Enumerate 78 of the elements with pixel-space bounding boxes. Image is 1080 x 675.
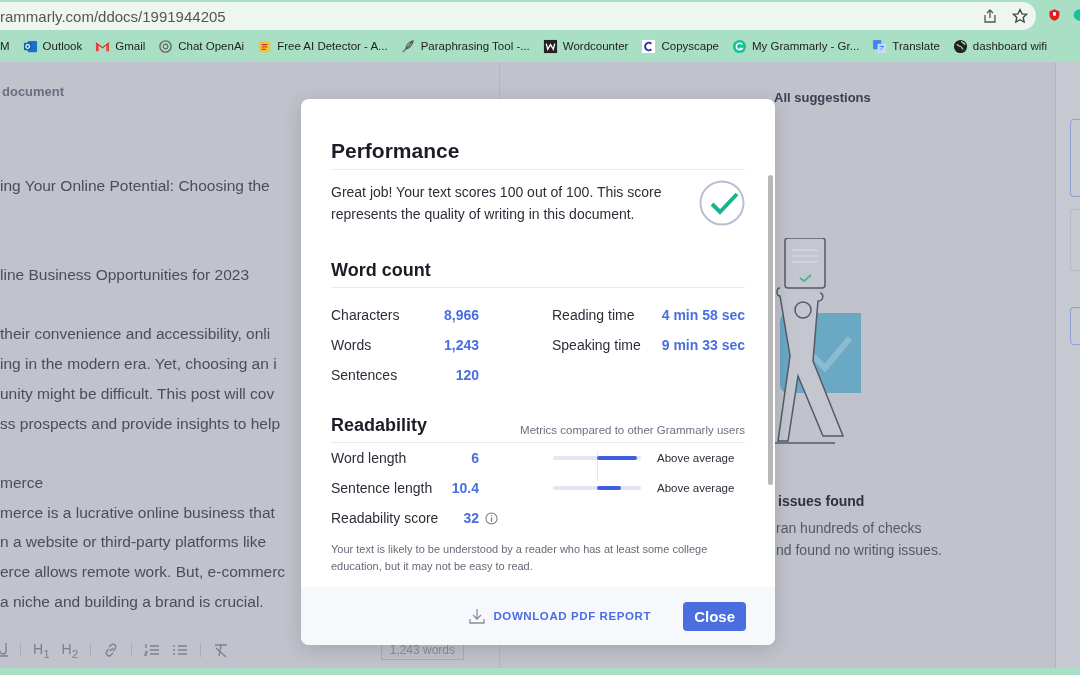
section-heading: Word count (331, 260, 431, 281)
metric-value: 10.4 (450, 478, 479, 498)
g-letter-icon (732, 38, 747, 54)
feather-icon (400, 38, 416, 54)
stat-value: 8,966 (442, 306, 479, 325)
stat-value: 4 min 58 sec (660, 306, 745, 325)
bullet-list-icon (172, 642, 189, 658)
close-button[interactable]: Close (683, 601, 746, 631)
bookmark[interactable]: Paraphrasing Tool -... (400, 38, 530, 54)
bookmark[interactable]: Wordcounter (542, 38, 629, 54)
info-icon[interactable] (485, 511, 498, 525)
text-line: ing in the modern era. Yet, choosing an i (0, 354, 277, 375)
bookmark[interactable]: Translate (872, 38, 940, 54)
bookmark[interactable]: M (0, 40, 10, 52)
document-icon (257, 38, 273, 54)
stat-label: Speaking time (552, 336, 642, 355)
bookmark[interactable]: Chat OpenAi (158, 38, 245, 54)
bookmark[interactable]: Outlook (22, 38, 83, 54)
rating-text: Above average (657, 452, 736, 464)
stat-label: Sentences (331, 366, 399, 385)
text-line: n a website or third-party platforms like (0, 532, 267, 553)
underline-button[interactable] (0, 642, 8, 658)
heading-text: ing Your Online Potential: Choosing the (0, 176, 270, 196)
text-line: merce is a lucrative online business that (0, 502, 275, 523)
share-icon[interactable] (982, 8, 998, 24)
metric-value: 32 (462, 508, 479, 528)
rating-text: Above average (657, 482, 736, 494)
shield-icon[interactable] (1048, 6, 1061, 24)
comparison-note: Metrics compared to other Grammarly users (520, 424, 745, 436)
metric-label: Sentence length (331, 478, 434, 498)
bookmark[interactable]: dashboard wifi (952, 38, 1047, 54)
c-letter-icon (641, 38, 657, 54)
numbered-list-icon (144, 642, 161, 658)
numbered-list-button[interactable] (144, 642, 161, 658)
text-line: unity might be difficult. This post will cov (0, 383, 275, 404)
bookmark[interactable]: My Grammarly - Gr... (732, 38, 860, 54)
stat-label: Characters (331, 306, 401, 325)
download-report-link[interactable]: DOWNLOAD PDF REPORT (469, 608, 652, 624)
mail-app-icon (22, 38, 38, 54)
clear-format-icon (213, 642, 230, 658)
globe-icon (952, 38, 968, 54)
side-card (1070, 307, 1080, 345)
text-line: ss prospects and provide insights to help (0, 413, 281, 434)
address-bar[interactable]: rammarly.com/ddocs/1991944205 (0, 2, 1036, 30)
bookmark[interactable]: Gmail (95, 38, 146, 54)
w-letter-icon (542, 38, 558, 54)
score-summary: Great job! Your text scores 100 out of 100. This score represents the quality of writing in this document. (331, 183, 663, 224)
bullet-list-button[interactable] (172, 642, 189, 658)
star-icon[interactable] (1012, 8, 1028, 24)
bookmark[interactable]: Copyscape (641, 38, 719, 54)
panel-heading: All suggestions (774, 90, 871, 105)
bookmark[interactable]: Free AI Detector - A... (257, 38, 388, 54)
empty-state-text: nd found no writing issues. (776, 541, 942, 560)
download-icon (469, 608, 486, 624)
clear-format-button[interactable] (213, 642, 230, 658)
dialog-title: Performance (331, 139, 745, 170)
metric-value: 6 (470, 448, 479, 468)
text-line: their convenience and accessibility, onli (0, 324, 271, 345)
document-title: document (2, 84, 65, 99)
empty-state-title: issues found (778, 493, 865, 509)
stat-value: 9 min 33 sec (660, 336, 745, 355)
heading-text: line Business Opportunities for 2023 (0, 265, 249, 286)
heading-text: merce (0, 473, 44, 493)
text-line: a niche and building a brand is crucial. (0, 591, 264, 612)
metric-label: Readability score (331, 508, 440, 528)
readability-explanation: Your text is likely to be understood by a reader who has at least some college education, but it may not be easy to read. (331, 542, 709, 574)
underline-icon (0, 642, 8, 658)
check-circle-icon (699, 180, 745, 226)
section-heading: Readability (331, 415, 428, 436)
stat-label: Words (331, 336, 373, 355)
empty-state-text: ran hundreds of checks (776, 519, 922, 538)
stat-value: 1,243 (442, 336, 479, 355)
stat-value: 120 (454, 366, 479, 385)
stat-label: Reading time (552, 306, 636, 325)
text-line: erce allows remote work. But, e-commerc (0, 562, 286, 583)
metric-label: Word length (331, 448, 408, 468)
translate-icon (872, 38, 888, 54)
scrollbar[interactable] (768, 175, 773, 485)
